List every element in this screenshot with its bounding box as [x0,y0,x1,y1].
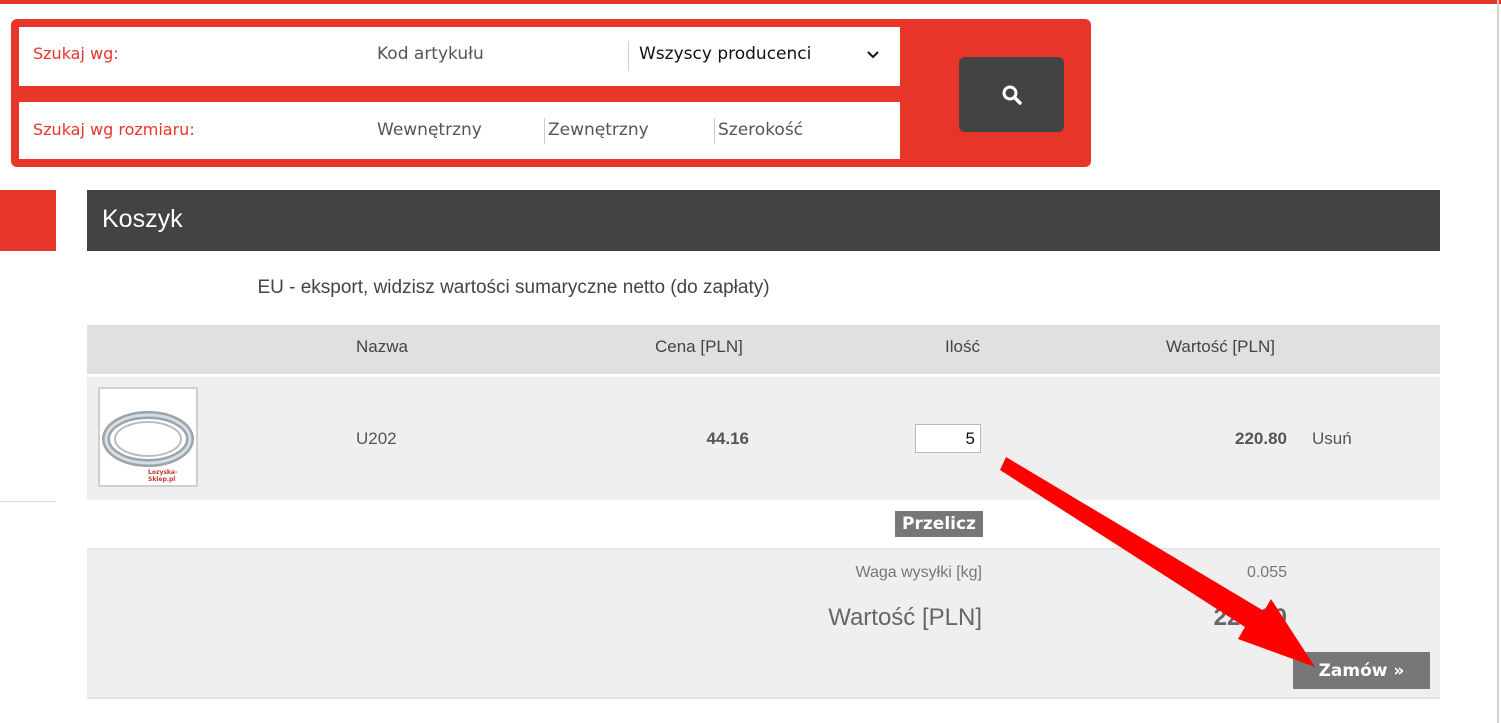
total-value: 220.80 [1213,604,1287,631]
shipping-weight-label: Waga wysyłki [kg] [855,564,982,581]
cart-header: Koszyk [87,190,1440,251]
item-value: 220.80 [1235,429,1287,448]
table-row: Lozyska-Sklep.pl U202 44.16 220.80 Usuń [87,377,1440,500]
search-panel: Szukaj wg: Kod artykułu Wszyscy producen… [11,19,1091,167]
inner-diameter-input[interactable]: Wewnętrzny [377,120,482,140]
item-name: U202 [356,429,397,448]
column-header-name: Nazwa [356,337,408,356]
search-row-size: Szukaj wg rozmiaru: Wewnętrzny Zewnętrzn… [19,102,900,159]
total-label: Wartość [PLN] [828,604,982,631]
sidebar-accent-block [0,190,56,251]
cart-table-header: Nazwa Cena [PLN] Ilość Wartość [PLN] [87,325,1440,374]
cart-summary: Waga wysyłki [kg] 0.055 Wartość [PLN] 22… [87,548,1440,699]
sidebar-divider [0,501,56,502]
search-button[interactable] [959,57,1064,132]
search-row-code: Szukaj wg: Kod artykułu Wszyscy producen… [19,27,900,86]
order-button[interactable]: Zamów » [1293,652,1430,689]
search-by-label: Szukaj wg: [33,44,119,63]
tax-notice: EU - eksport, widzisz wartości sumaryczn… [257,277,770,298]
manufacturer-select[interactable]: Wszyscy producenci [639,44,811,64]
search-icon [1002,85,1022,105]
remove-item-link[interactable]: Usuń [1312,429,1352,449]
field-separator [714,118,715,144]
field-separator [544,118,545,144]
column-header-price: Cena [PLN] [655,337,743,356]
quantity-input[interactable] [915,424,981,453]
top-accent-bar [0,0,1501,4]
cart-title: Koszyk [102,205,183,233]
search-by-size-label: Szukaj wg rozmiaru: [33,120,195,139]
recalculate-button[interactable]: Przelicz [895,511,983,537]
code-input[interactable]: Kod artykułu [377,44,484,64]
thumbnail-logo: Lozyska-Sklep.pl [148,469,178,483]
chevron-down-icon[interactable] [865,47,881,63]
product-thumbnail[interactable]: Lozyska-Sklep.pl [98,387,198,487]
item-price: 44.16 [706,429,749,448]
right-edge-line [1497,0,1499,723]
width-input[interactable]: Szerokość [718,120,803,140]
column-header-value: Wartość [PLN] [1166,337,1275,356]
field-separator [628,41,629,71]
outer-diameter-input[interactable]: Zewnętrzny [548,120,649,140]
column-header-qty: Ilość [945,337,980,356]
shipping-weight-value: 0.055 [1246,564,1287,581]
